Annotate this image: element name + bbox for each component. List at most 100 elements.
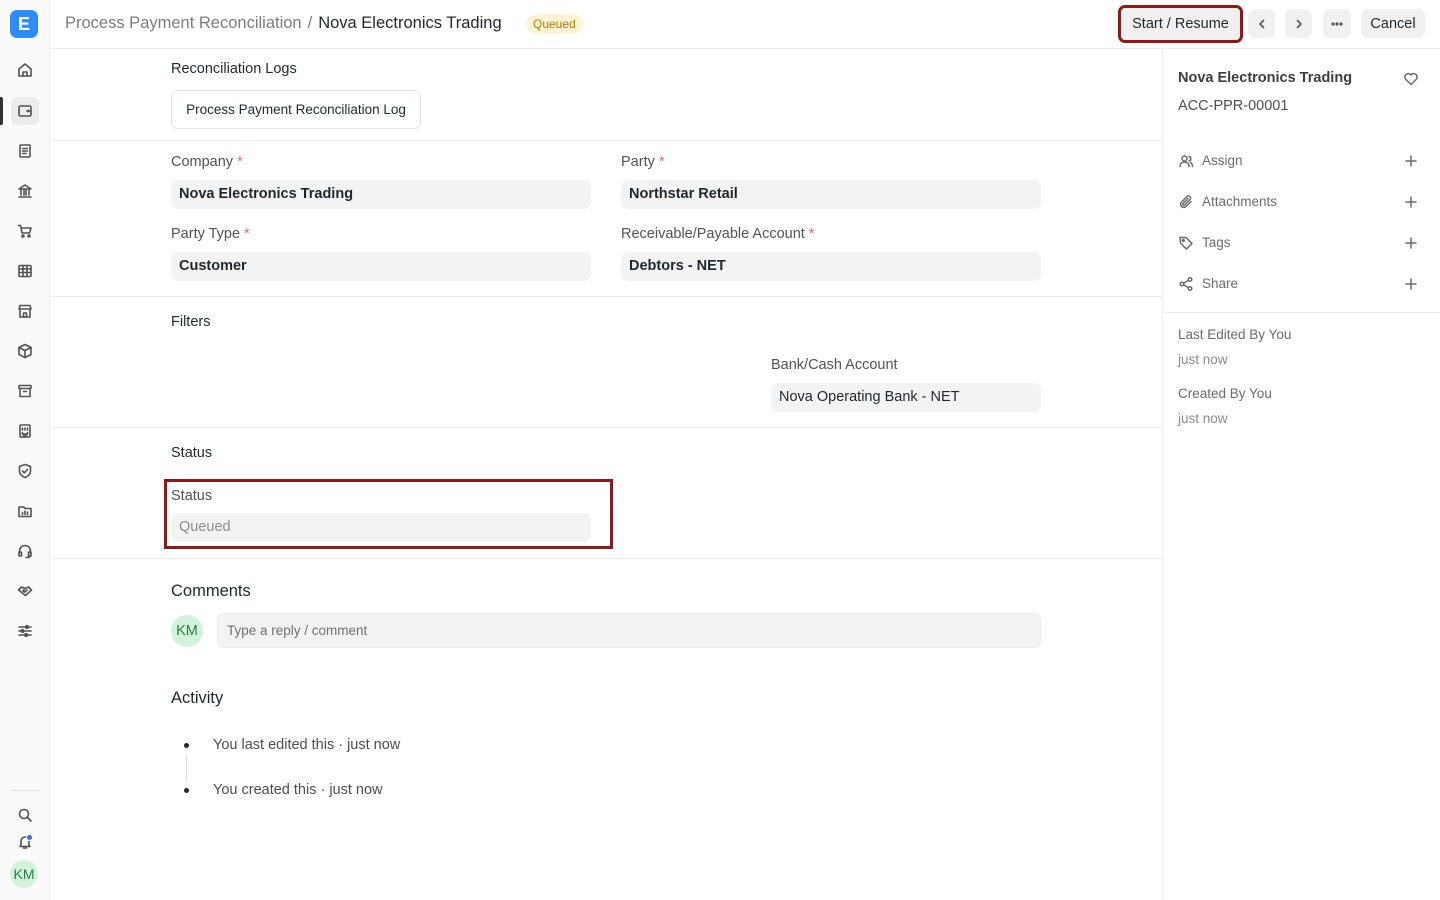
- document-icon[interactable]: [11, 137, 39, 165]
- party-label: Party *: [621, 154, 665, 170]
- handshake-icon[interactable]: [11, 577, 39, 605]
- assign-row[interactable]: Assign: [1178, 152, 1428, 172]
- party-type-field[interactable]: Customer: [171, 252, 591, 281]
- section-divider: [50, 427, 1163, 428]
- reconciliation-logs-title: Reconciliation Logs: [171, 61, 297, 77]
- filters-title: Filters: [171, 314, 211, 330]
- package-icon[interactable]: [11, 337, 39, 365]
- share-label: Share: [1202, 276, 1239, 291]
- section-divider: [50, 140, 1163, 141]
- more-actions-button[interactable]: [1323, 9, 1351, 38]
- company-field[interactable]: Nova Electronics Trading: [171, 180, 591, 209]
- store-icon[interactable]: [11, 297, 39, 325]
- last-edited-time: just now: [1178, 352, 1228, 367]
- party-type-label: Party Type *: [171, 226, 250, 242]
- activity-bullet: [184, 743, 189, 748]
- start-resume-button[interactable]: Start / Resume: [1118, 5, 1243, 43]
- assign-label: Assign: [1202, 153, 1243, 168]
- bank-account-field[interactable]: Nova Operating Bank - NET: [771, 383, 1041, 412]
- required-mark: *: [658, 154, 665, 170]
- wallet-icon[interactable]: [11, 97, 39, 125]
- search-icon[interactable]: [11, 801, 39, 829]
- reconciliation-log-button[interactable]: Process Payment Reconciliation Log: [171, 90, 421, 129]
- activity-timeline-line: [186, 755, 187, 782]
- attachments-label: Attachments: [1202, 194, 1278, 209]
- app-sidebar: E KM: [0, 0, 50, 900]
- folder-chart-icon[interactable]: [11, 497, 39, 525]
- account-label: Receivable/Payable Account *: [621, 226, 814, 242]
- chevron-right-icon: [1296, 19, 1302, 28]
- activity-title: Activity: [171, 689, 224, 707]
- bank-icon[interactable]: [11, 177, 39, 205]
- archive-icon[interactable]: [11, 377, 39, 405]
- page-title: Nova Electronics Trading: [318, 14, 502, 32]
- app-logo[interactable]: E: [10, 10, 38, 38]
- ellipsis-icon: [1331, 21, 1343, 26]
- sliders-icon[interactable]: [11, 617, 39, 645]
- form-main: Reconciliation Logs Process Payment Reco…: [50, 49, 1163, 900]
- cancel-button[interactable]: Cancel: [1361, 9, 1425, 38]
- section-divider: [50, 558, 1163, 559]
- section-divider: [50, 296, 1163, 297]
- previous-doc-button[interactable]: [1248, 9, 1275, 38]
- breadcrumb-parent[interactable]: Process Payment Reconciliation: [65, 14, 302, 32]
- like-button[interactable]: [1403, 71, 1419, 87]
- required-mark: *: [244, 226, 250, 242]
- last-edited-label: Last Edited By You: [1178, 327, 1292, 342]
- status-label: Status: [171, 488, 213, 504]
- comment-input[interactable]: Type a reply / comment: [217, 613, 1041, 648]
- status-badge: Queued: [526, 14, 583, 34]
- paperclip-icon: [1178, 194, 1194, 210]
- status-field: Queued: [171, 513, 591, 542]
- tags-label: Tags: [1202, 235, 1231, 250]
- status-section-title: Status: [171, 445, 213, 461]
- page-header: Process Payment Reconciliation / Nova Elec…: [50, 0, 1440, 49]
- bank-account-label: Bank/Cash Account: [771, 357, 898, 373]
- plus-icon[interactable]: [1403, 194, 1419, 210]
- doc-id: ACC-PPR-00001: [1178, 98, 1289, 114]
- plus-icon[interactable]: [1403, 235, 1419, 251]
- plus-icon[interactable]: [1403, 276, 1419, 292]
- party-field[interactable]: Northstar Retail: [621, 180, 1041, 209]
- created-time: just now: [1178, 411, 1228, 426]
- party-type-label-text: Party Type: [171, 226, 241, 242]
- activity-bullet: [184, 788, 189, 793]
- breadcrumb: Process Payment Reconciliation / Nova Elec…: [65, 14, 502, 33]
- building-icon[interactable]: [11, 417, 39, 445]
- sidebar-divider: [10, 790, 40, 791]
- tags-row[interactable]: Tags: [1178, 234, 1428, 254]
- home-icon[interactable]: [11, 56, 39, 84]
- headset-icon[interactable]: [11, 537, 39, 565]
- company-label-text: Company: [171, 154, 234, 170]
- document-sidebar: Nova Electronics Trading ACC-PPR-00001 A…: [1162, 49, 1440, 900]
- required-mark: *: [237, 154, 243, 170]
- tag-icon: [1178, 235, 1194, 251]
- chevron-left-icon: [1258, 19, 1264, 28]
- account-field[interactable]: Debtors - NET: [621, 252, 1041, 281]
- plus-icon[interactable]: [1403, 153, 1419, 169]
- activity-item: You created this · just now: [213, 782, 383, 798]
- doc-sidebar-title: Nova Electronics Trading: [1178, 70, 1353, 86]
- panel-divider: [1163, 312, 1440, 313]
- comment-avatar: KM: [171, 615, 203, 647]
- user-avatar[interactable]: KM: [10, 860, 38, 888]
- user-icon: [1178, 153, 1194, 169]
- account-label-text: Receivable/Payable Account: [621, 226, 805, 242]
- company-label: Company *: [171, 154, 243, 170]
- attachments-row[interactable]: Attachments: [1178, 193, 1428, 213]
- cart-icon[interactable]: [11, 217, 39, 245]
- share-row[interactable]: Share: [1178, 275, 1428, 295]
- activity-item: You last edited this · just now: [213, 737, 401, 753]
- share-icon: [1178, 276, 1194, 292]
- next-doc-button[interactable]: [1285, 9, 1312, 38]
- bell-icon[interactable]: [11, 828, 39, 856]
- shield-icon[interactable]: [11, 457, 39, 485]
- active-indicator: [0, 97, 3, 125]
- heart-icon: [1404, 72, 1418, 86]
- comments-title: Comments: [171, 582, 251, 600]
- breadcrumb-separator: /: [307, 14, 313, 32]
- table-icon[interactable]: [11, 257, 39, 285]
- notification-dot: [26, 834, 33, 841]
- party-label-text: Party: [621, 154, 655, 170]
- created-label: Created By You: [1178, 386, 1272, 401]
